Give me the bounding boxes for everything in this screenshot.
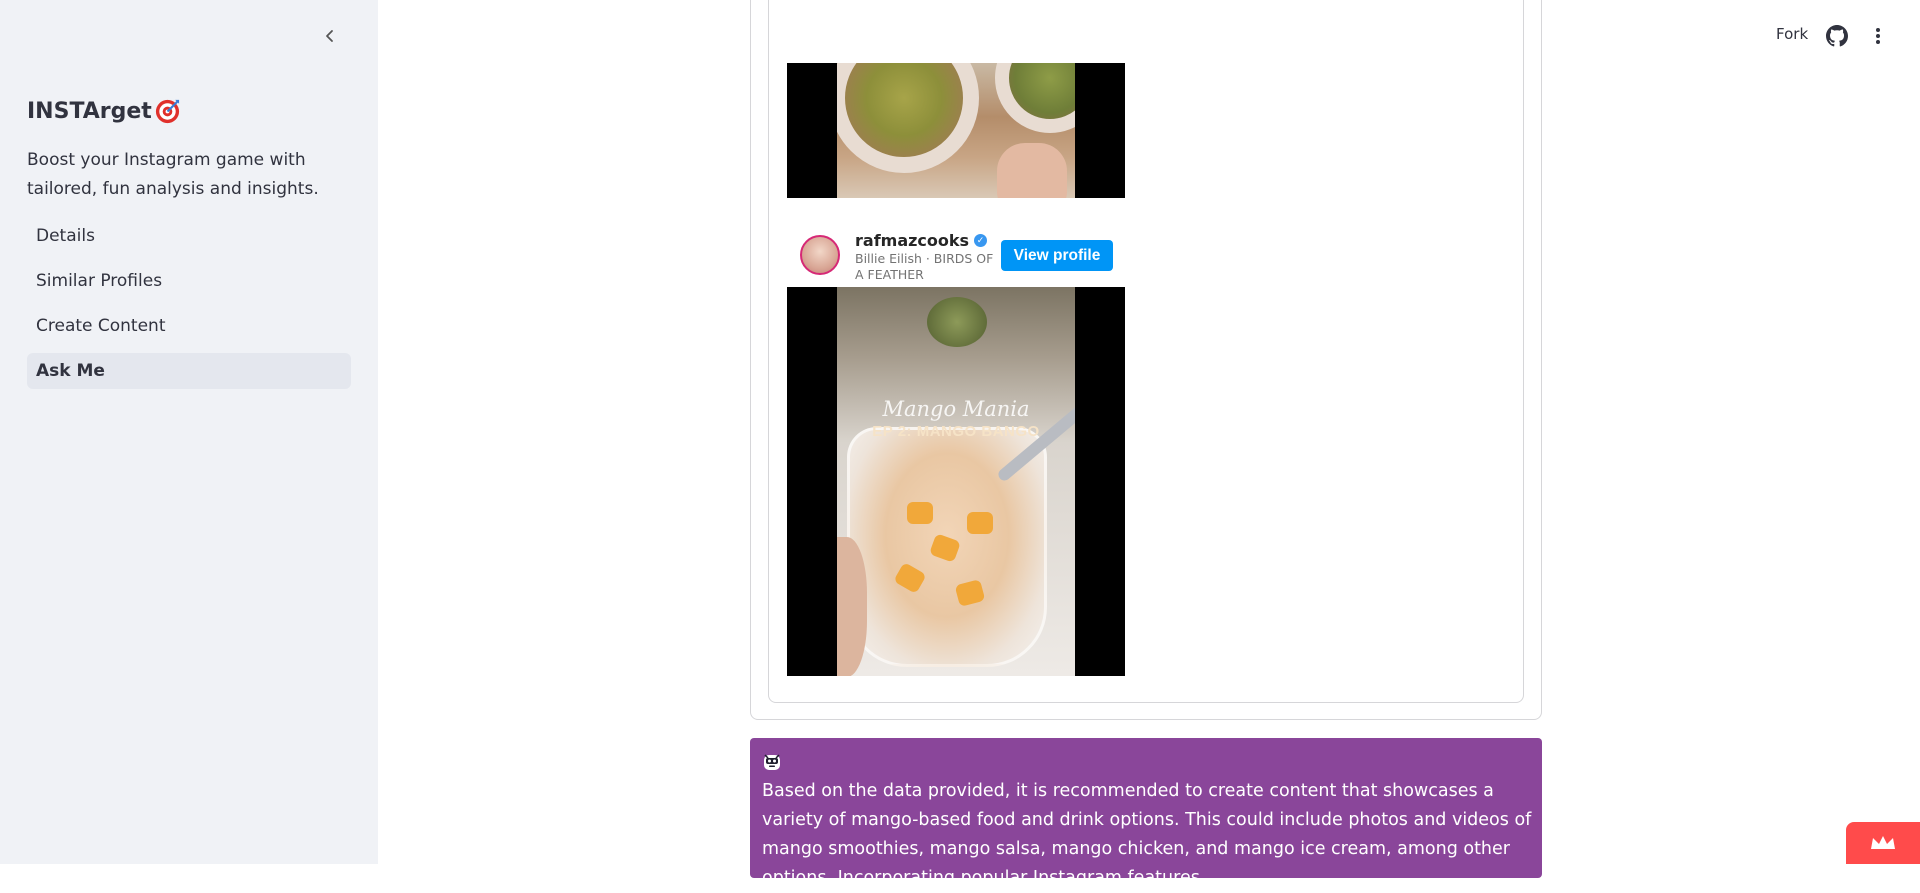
instagram-username[interactable]: rafmazcooks ✓ — [855, 231, 988, 250]
sidebar-item-similar-profiles[interactable]: Similar Profiles — [27, 263, 351, 299]
music-credit: Billie Eilish · BIRDS OF A FEATHER — [855, 251, 994, 282]
video-overlay-script: Mango Mania — [882, 397, 1030, 421]
mango-piece — [907, 502, 933, 524]
sidebar-item-label: Create Content — [36, 316, 166, 336]
crown-icon — [1871, 836, 1895, 849]
verified-badge-icon: ✓ — [974, 234, 988, 247]
sidebar: INSTArget Boost your Instagram game with… — [0, 0, 378, 864]
cup-shape — [837, 63, 979, 173]
username-text: rafmazcooks — [855, 231, 970, 250]
assistant-message-text: Based on the data provided, it is recomm… — [762, 781, 1532, 888]
sidebar-nav: Details Similar Profiles Create Content … — [27, 218, 351, 398]
github-button[interactable] — [1826, 25, 1848, 47]
sidebar-item-label: Details — [36, 226, 95, 246]
mango-piece — [967, 512, 993, 534]
instagram-embed-header: rafmazcooks ✓ Billie Eilish · BIRDS OF A… — [798, 231, 1118, 283]
assistant-message: Based on the data provided, it is recomm… — [750, 738, 1542, 888]
drink-image — [837, 63, 1075, 198]
streamlit-badge[interactable] — [1846, 822, 1920, 864]
sidebar-item-label: Ask Me — [36, 361, 105, 381]
video-overlay-title: EP 2: MANGO BANGO — [872, 423, 1040, 440]
cactus-shape — [927, 297, 987, 347]
collapse-sidebar-button[interactable] — [318, 24, 342, 48]
instagram-video[interactable]: Mango Mania EP 2: MANGO BANGO — [787, 287, 1125, 676]
app-title-text: INSTArget — [27, 99, 152, 124]
view-profile-button[interactable]: View profile — [1001, 240, 1113, 271]
instagram-video-previous[interactable] — [787, 63, 1125, 198]
sidebar-item-ask-me[interactable]: Ask Me — [27, 353, 351, 389]
mango-bango-image: Mango Mania EP 2: MANGO BANGO — [837, 287, 1075, 676]
avatar[interactable] — [800, 235, 840, 275]
fork-button[interactable]: Fork — [1776, 25, 1808, 43]
sidebar-item-create-content[interactable]: Create Content — [27, 308, 351, 344]
app-title: INSTArget — [27, 98, 181, 125]
github-icon — [1826, 25, 1848, 47]
main-menu-button[interactable] — [1866, 24, 1890, 48]
chevron-left-icon — [326, 30, 333, 42]
cup-shape — [995, 63, 1075, 133]
bot-avatar-icon — [764, 754, 780, 770]
hand-shape — [837, 537, 867, 676]
sidebar-item-details[interactable]: Details — [27, 218, 351, 254]
app-tagline: Boost your Instagram game with tailored,… — [27, 150, 319, 199]
sidebar-item-label: Similar Profiles — [36, 271, 163, 291]
hand-shape — [997, 143, 1067, 198]
kebab-menu-icon — [1876, 28, 1880, 44]
target-icon — [155, 99, 179, 124]
